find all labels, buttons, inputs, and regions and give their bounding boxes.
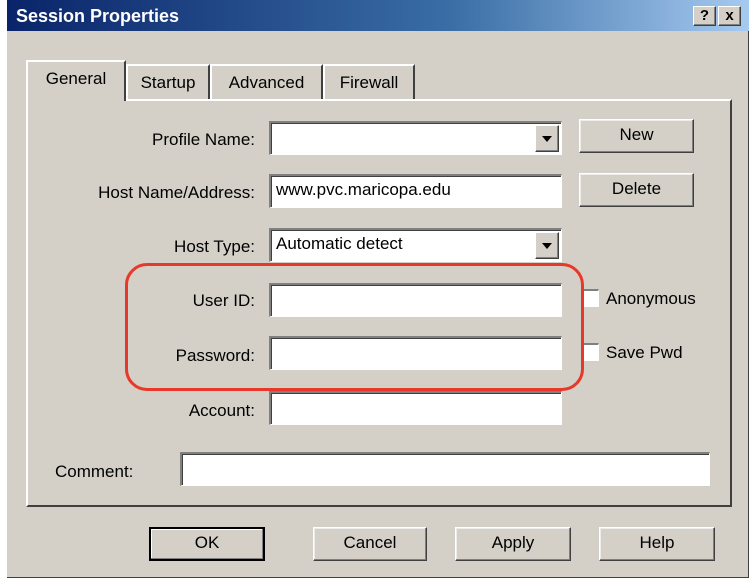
tab-startup[interactable]: Startup <box>126 64 210 99</box>
user-id-label: User ID: <box>192 291 255 310</box>
delete-button[interactable]: Delete <box>579 173 694 207</box>
tab-advanced-label: Advanced <box>228 73 305 92</box>
apply-button[interactable]: Apply <box>455 527 571 561</box>
tab-startup-label: Startup <box>140 73 196 92</box>
tab-general-label: General <box>45 69 107 88</box>
title-bar[interactable]: Session Properties ? x <box>7 0 749 31</box>
user-id-input[interactable] <box>269 283 562 317</box>
chevron-down-icon[interactable] <box>535 125 559 152</box>
comment-input[interactable] <box>180 452 710 486</box>
help-button[interactable]: ? <box>693 6 716 26</box>
ok-button[interactable]: OK <box>149 527 265 561</box>
session-properties-dialog: Session Properties ? x General Startup A… <box>7 0 749 578</box>
host-type-value: Automatic detect <box>276 234 403 253</box>
save-pwd-label[interactable]: Save Pwd <box>606 343 683 363</box>
help-footer-button[interactable]: Help <box>599 527 715 561</box>
account-input[interactable] <box>269 391 562 425</box>
comment-label: Comment: <box>55 462 134 481</box>
host-type-select[interactable]: Automatic detect <box>269 228 562 262</box>
anonymous-label[interactable]: Anonymous <box>606 289 696 309</box>
password-label: Password: <box>175 346 255 365</box>
profile-name-select[interactable] <box>269 121 562 155</box>
save-pwd-checkbox[interactable] <box>581 343 599 361</box>
cancel-button[interactable]: Cancel <box>313 527 427 561</box>
tab-firewall-label: Firewall <box>339 73 399 92</box>
tab-general[interactable]: General <box>26 60 126 101</box>
window-title: Session Properties <box>16 6 180 26</box>
anonymous-checkbox[interactable] <box>581 289 599 307</box>
host-name-input[interactable]: www.pvc.maricopa.edu <box>269 174 562 208</box>
profile-name-label: Profile Name: <box>152 130 255 149</box>
host-name-label: Host Name/Address: <box>98 183 255 202</box>
account-label: Account: <box>188 401 255 420</box>
tab-advanced[interactable]: Advanced <box>210 64 323 99</box>
new-button[interactable]: New <box>579 119 694 153</box>
tab-firewall[interactable]: Firewall <box>323 64 415 99</box>
chevron-down-icon[interactable] <box>535 232 559 259</box>
host-name-value: www.pvc.maricopa.edu <box>276 180 451 199</box>
close-button[interactable]: x <box>718 6 741 26</box>
password-input[interactable] <box>269 336 562 370</box>
host-type-label: Host Type: <box>174 237 255 256</box>
